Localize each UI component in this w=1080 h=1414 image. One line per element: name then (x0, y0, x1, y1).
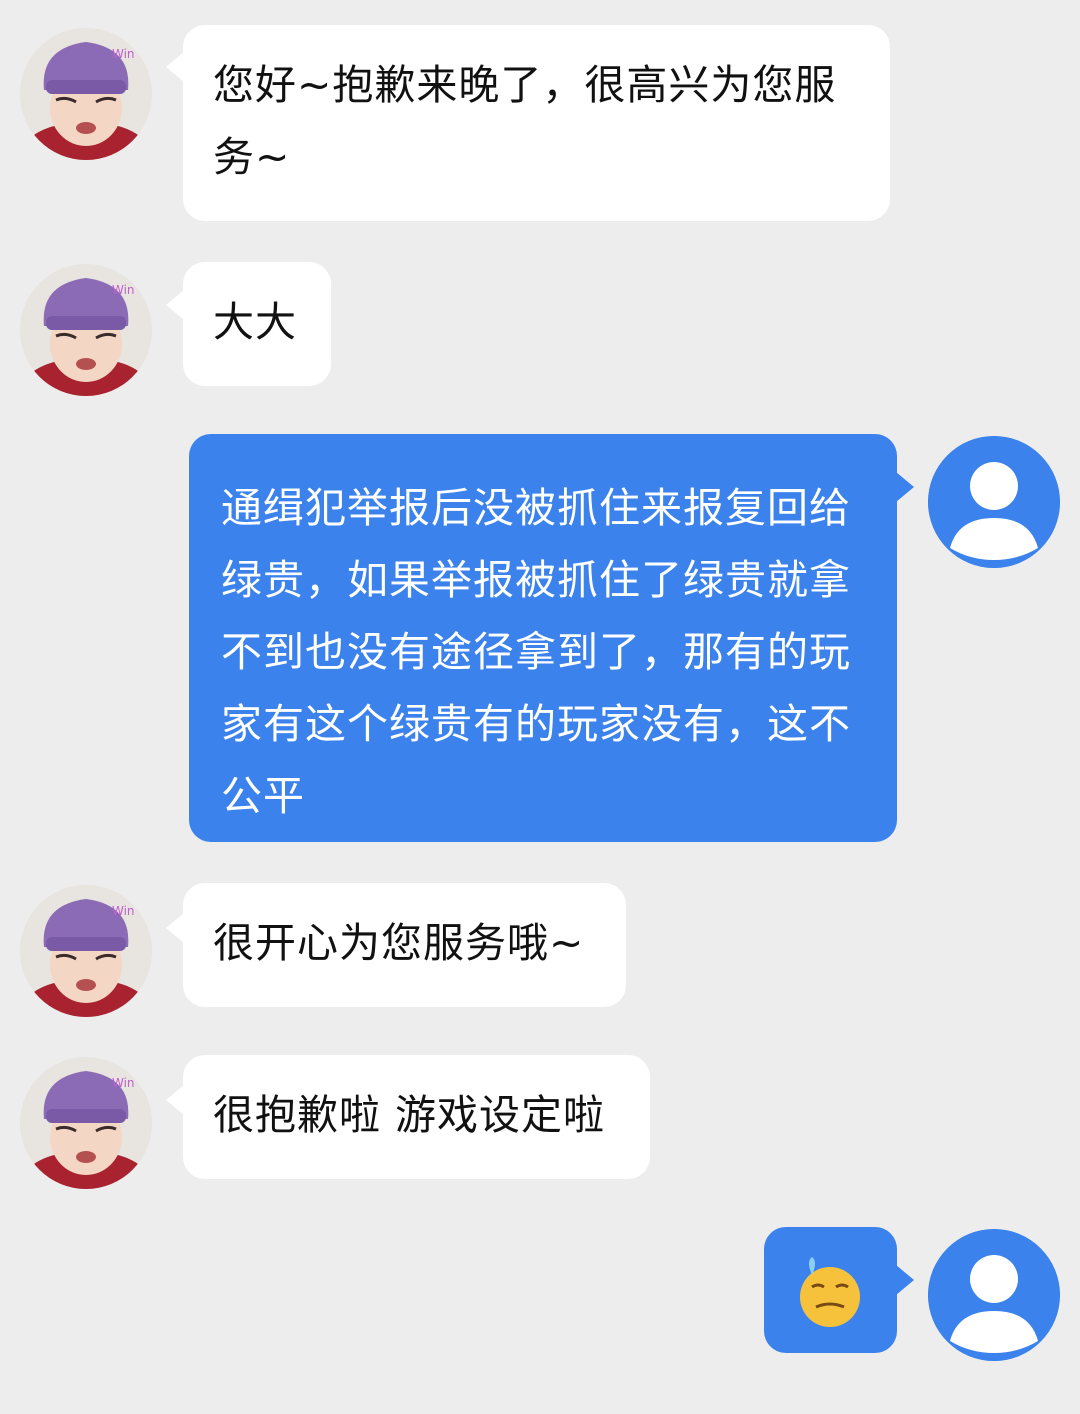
sweat-emoji-icon (800, 1257, 860, 1327)
kid-avatar-icon: Win (20, 264, 152, 396)
message-text: 大大 (213, 298, 297, 346)
default-user-icon (928, 1229, 1060, 1361)
message-text: 您好~抱歉来晚了，很高兴为您服务~ (213, 61, 837, 181)
agent-avatar[interactable]: Win (20, 1057, 152, 1189)
bubble-tail (166, 52, 184, 82)
kid-avatar-icon: Win (20, 885, 152, 1017)
kid-avatar-icon: Win (20, 28, 152, 160)
bubble-tail (166, 1085, 184, 1115)
svg-text:Win: Win (112, 1076, 135, 1090)
kid-avatar-icon: Win (20, 1057, 152, 1189)
message-text: 通缉犯举报后没被抓住来报复回给绿贵，如果举报被抓住了绿贵就拿不到也没有途径拿到了… (221, 484, 851, 820)
chat-bubble-incoming[interactable]: 很开心为您服务哦~ (183, 883, 626, 1007)
default-user-icon (928, 436, 1060, 568)
svg-text:Win: Win (112, 283, 135, 297)
agent-avatar[interactable]: Win (20, 885, 152, 1017)
message-text: 很开心为您服务哦~ (213, 919, 585, 967)
user-avatar[interactable] (928, 1229, 1060, 1361)
agent-avatar[interactable]: Win (20, 264, 152, 396)
message-text: 很抱歉啦 游戏设定啦 (213, 1091, 606, 1139)
bubble-tail (166, 290, 184, 320)
bubble-tail (166, 913, 184, 943)
svg-text:Win: Win (112, 904, 135, 918)
agent-avatar[interactable]: Win (20, 28, 152, 160)
chat-bubble-outgoing[interactable]: 通缉犯举报后没被抓住来报复回给绿贵，如果举报被抓住了绿贵就拿不到也没有途径拿到了… (189, 434, 897, 842)
chat-bubble-outgoing[interactable] (764, 1227, 897, 1353)
chat-bubble-incoming[interactable]: 您好~抱歉来晚了，很高兴为您服务~ (183, 25, 890, 221)
bubble-tail (896, 472, 914, 502)
bubble-tail (896, 1265, 914, 1295)
svg-text:Win: Win (112, 47, 135, 61)
chat-bubble-incoming[interactable]: 大大 (183, 262, 331, 386)
chat-bubble-incoming[interactable]: 很抱歉啦 游戏设定啦 (183, 1055, 650, 1179)
user-avatar[interactable] (928, 436, 1060, 568)
